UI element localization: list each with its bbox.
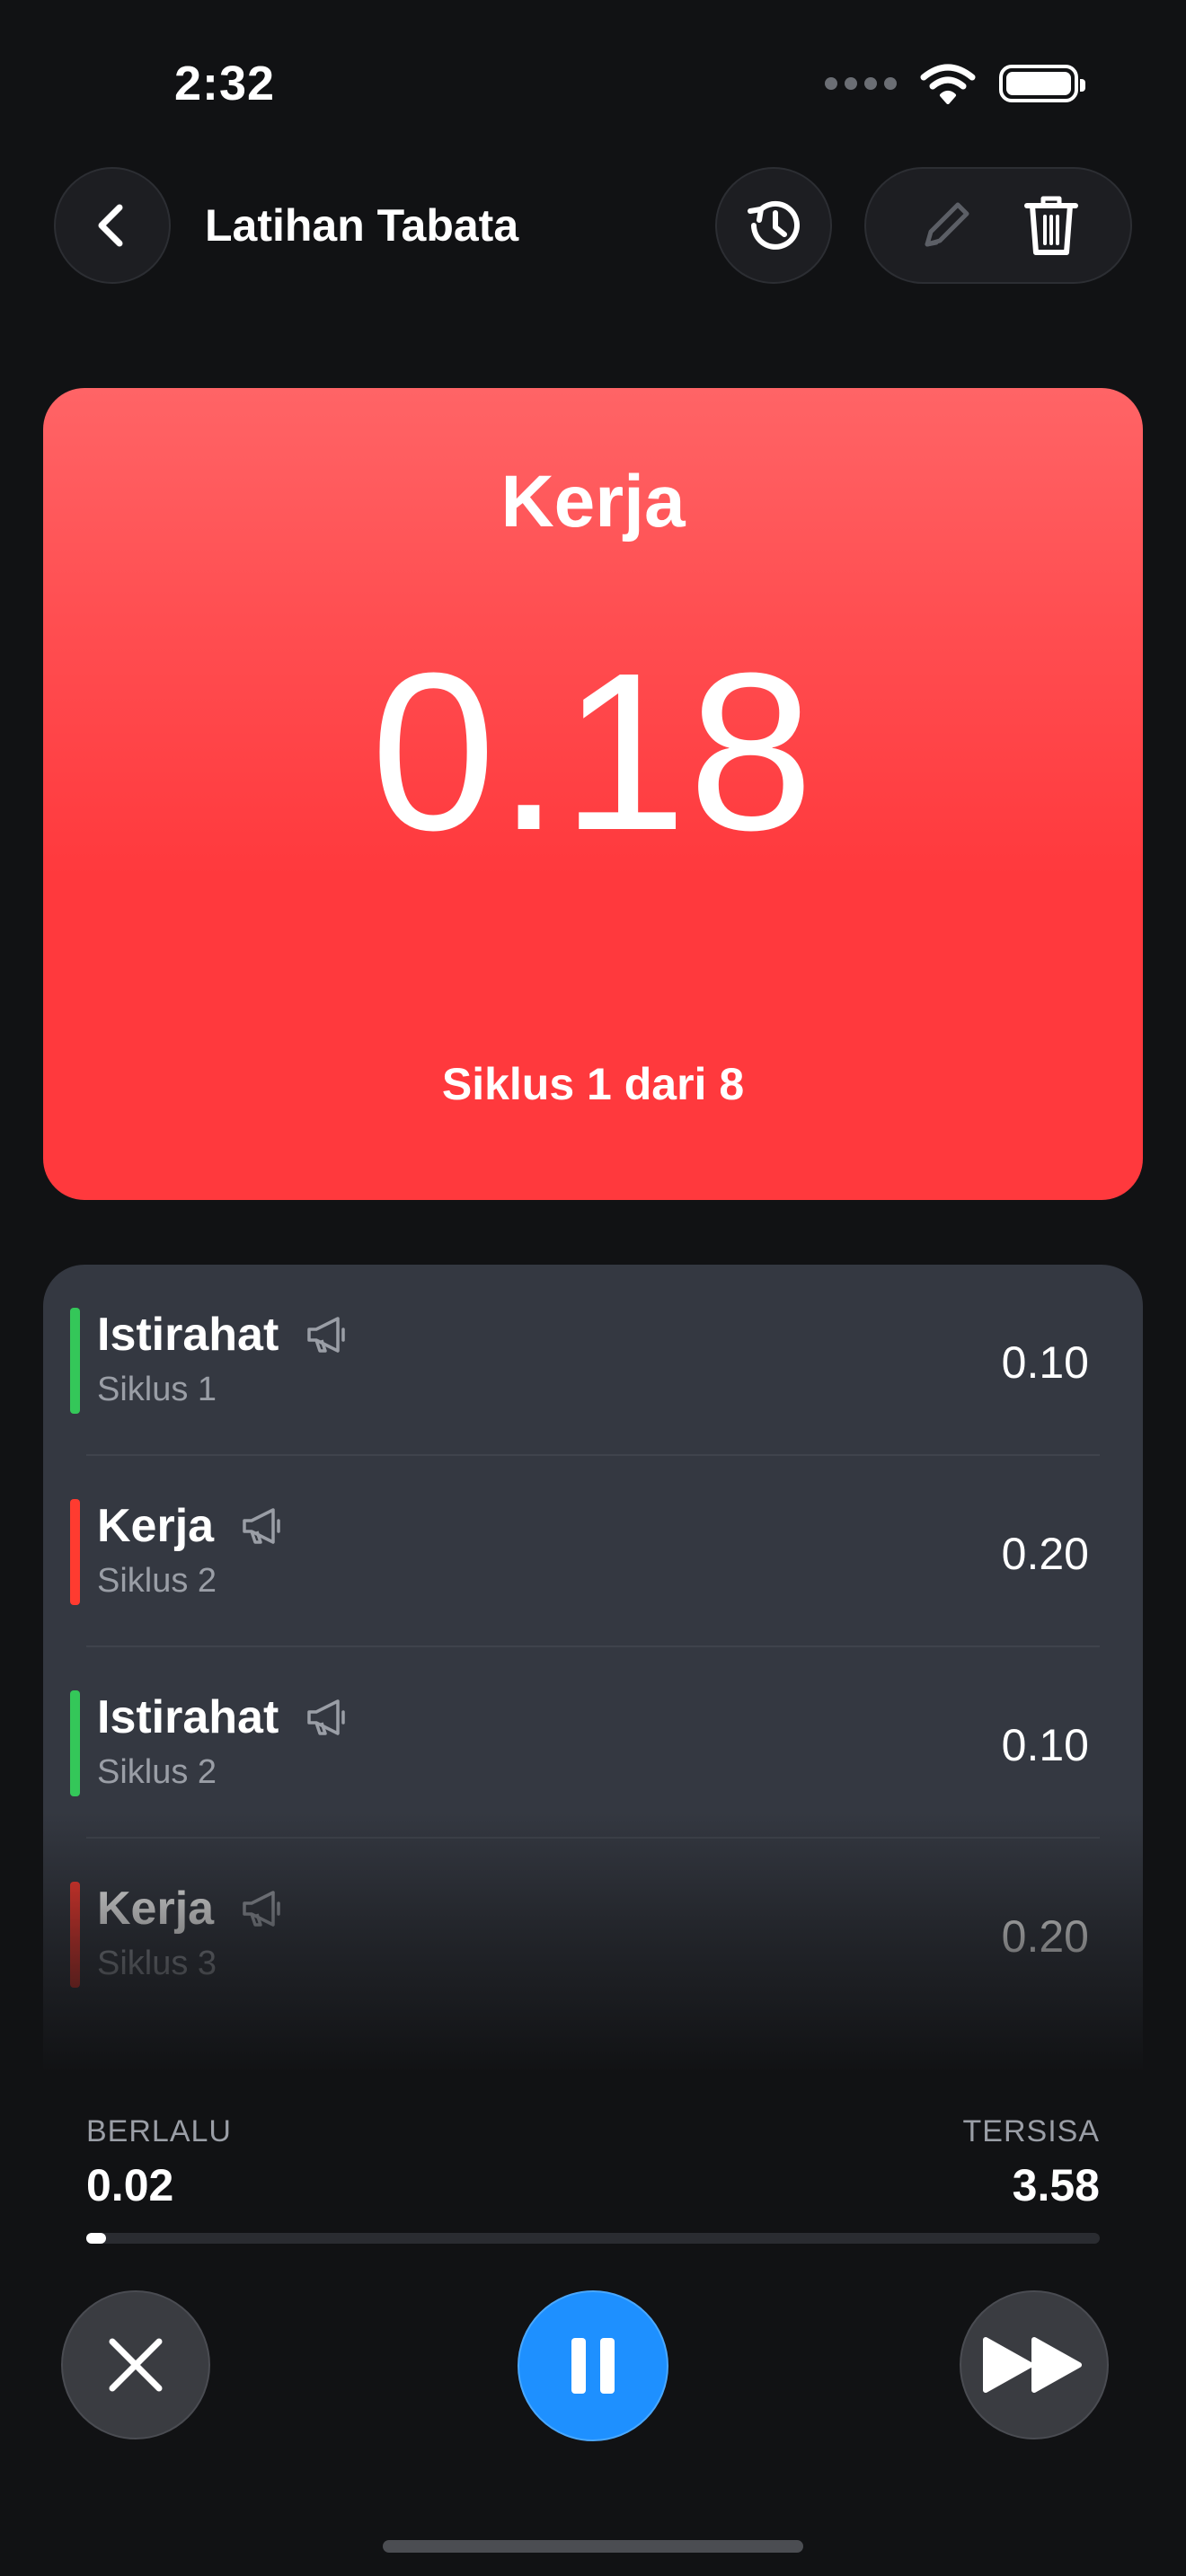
pause-button[interactable] bbox=[518, 2290, 668, 2441]
list-item[interactable]: Istirahat Siklus 1 0.10 bbox=[43, 1265, 1143, 1456]
edit-delete-group bbox=[864, 167, 1132, 284]
interval-cycle: Siklus 1 bbox=[97, 1371, 217, 1408]
rest-color-bar bbox=[70, 1690, 80, 1796]
interval-duration: 0.10 bbox=[1001, 1720, 1089, 1770]
megaphone-icon bbox=[307, 1699, 346, 1735]
rest-color-bar bbox=[70, 1308, 80, 1414]
pause-icon bbox=[571, 2338, 615, 2394]
screen: 2:32 Latihan Tabata Kerja 0.18 Siklus 1 … bbox=[0, 0, 1186, 2576]
elapsed-value: 0.02 bbox=[86, 2160, 174, 2210]
interval-cycle: Siklus 2 bbox=[97, 1562, 217, 1600]
interval-duration: 0.20 bbox=[1001, 1529, 1089, 1579]
page-title: Latihan Tabata bbox=[205, 200, 519, 251]
wifi-icon bbox=[920, 64, 976, 104]
back-chevron-icon bbox=[98, 204, 123, 247]
cellular-signal-icon bbox=[825, 77, 897, 90]
stop-button[interactable] bbox=[61, 2290, 210, 2439]
current-interval-card: Kerja 0.18 Siklus 1 dari 8 bbox=[43, 388, 1143, 1200]
interval-duration: 0.20 bbox=[1001, 1911, 1089, 1962]
edit-button[interactable] bbox=[906, 185, 987, 266]
interval-cycle: Siklus 2 bbox=[97, 1753, 217, 1791]
home-indicator bbox=[383, 2540, 803, 2553]
interval-cycle: Siklus 3 bbox=[97, 1945, 217, 1982]
interval-duration: 0.10 bbox=[1001, 1337, 1089, 1388]
remaining-value: 3.58 bbox=[1012, 2160, 1100, 2210]
history-icon bbox=[748, 200, 800, 250]
list-item[interactable]: Kerja Siklus 2 0.20 bbox=[43, 1456, 1143, 1647]
work-color-bar bbox=[70, 1882, 80, 1988]
trash-icon bbox=[1023, 196, 1078, 255]
interval-name: Kerja bbox=[97, 1883, 215, 1935]
progress-fill bbox=[86, 2233, 106, 2244]
list-item[interactable]: Istirahat Siklus 2 0.10 bbox=[43, 1647, 1143, 1839]
megaphone-icon bbox=[307, 1317, 346, 1353]
close-icon bbox=[109, 2338, 163, 2392]
interval-name: Istirahat bbox=[97, 1691, 279, 1743]
fast-forward-icon bbox=[983, 2337, 1082, 2393]
upcoming-intervals-list: Istirahat Siklus 1 0.10 Kerja Siklus 2 0… bbox=[43, 1265, 1143, 2073]
status-indicators bbox=[825, 63, 1085, 104]
status-time: 2:32 bbox=[174, 57, 276, 110]
pencil-icon bbox=[925, 202, 969, 247]
megaphone-icon bbox=[243, 1508, 280, 1544]
elapsed-label: BERLALU bbox=[86, 2114, 232, 2148]
workout-progress-bar bbox=[86, 2233, 1100, 2244]
list-item[interactable]: Kerja Siklus 3 0.20 bbox=[43, 1839, 1143, 2030]
back-button[interactable] bbox=[54, 167, 171, 284]
battery-icon bbox=[999, 65, 1085, 102]
interval-name: Istirahat bbox=[97, 1309, 279, 1361]
interval-name: Kerja bbox=[97, 1500, 215, 1552]
current-phase: Kerja bbox=[500, 461, 686, 543]
skip-button[interactable] bbox=[960, 2290, 1109, 2439]
remaining-label: TERSISA bbox=[962, 2114, 1100, 2148]
work-color-bar bbox=[70, 1499, 80, 1605]
countdown-timer: 0.18 bbox=[370, 626, 816, 877]
delete-button[interactable] bbox=[1011, 185, 1092, 266]
header: Latihan Tabata bbox=[0, 167, 1186, 284]
megaphone-icon bbox=[243, 1891, 280, 1927]
cycle-indicator: Siklus 1 dari 8 bbox=[441, 1059, 745, 1109]
history-button[interactable] bbox=[715, 167, 832, 284]
